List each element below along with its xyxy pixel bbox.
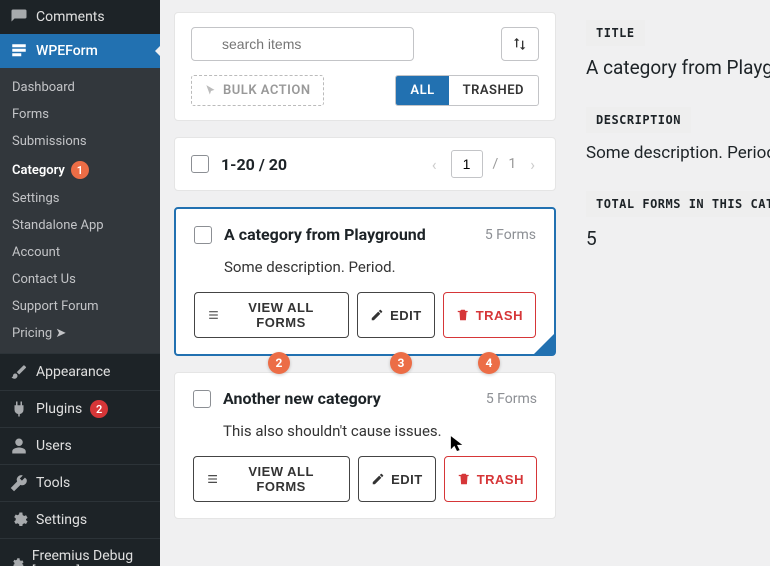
- sidebar-item-freemius[interactable]: Freemius Debug [v.2.4.2]: [0, 538, 160, 566]
- meta-forms-value: 5: [586, 227, 754, 250]
- page-total: 1: [508, 156, 516, 172]
- subnav-forms[interactable]: Forms: [0, 101, 160, 128]
- sidebar-item-plugins[interactable]: Plugins 2: [0, 390, 160, 427]
- subnav-submissions[interactable]: Submissions: [0, 128, 160, 155]
- category-card[interactable]: Another new category 5 Forms This also s…: [174, 372, 556, 519]
- form-icon: [10, 42, 28, 60]
- subnav-support[interactable]: Support Forum: [0, 293, 160, 320]
- sidebar-item-wpeform[interactable]: WPEForm: [0, 34, 160, 68]
- page-input[interactable]: [451, 150, 483, 178]
- subnav-settings[interactable]: Settings: [0, 185, 160, 212]
- edit-button[interactable]: EDIT: [357, 292, 435, 338]
- search-input[interactable]: [191, 27, 414, 61]
- gear-icon: [10, 511, 28, 529]
- subnav-dashboard[interactable]: Dashboard: [0, 74, 160, 101]
- trash-button[interactable]: TRASH: [444, 456, 537, 502]
- details-panel: TITLE A category from Playground DESCRIP…: [570, 0, 770, 566]
- sort-icon: [512, 36, 528, 52]
- plugin-subnav: Dashboard Forms Submissions Category1 Se…: [0, 68, 160, 353]
- meta-desc-value: Some description. Period.: [586, 143, 754, 163]
- meta-desc-label: DESCRIPTION: [586, 107, 691, 133]
- subnav-contact[interactable]: Contact Us: [0, 266, 160, 293]
- row-checkbox[interactable]: [193, 390, 211, 408]
- brush-icon: [10, 363, 28, 381]
- subnav-standalone[interactable]: Standalone App: [0, 212, 160, 239]
- category-title: Another new category: [223, 389, 474, 408]
- gear-icon: [10, 555, 24, 566]
- range-label: 1-20 / 20: [221, 155, 287, 174]
- meta-forms-label: TOTAL FORMS IN THIS CATEGORY: [586, 191, 770, 217]
- subnav-category[interactable]: Category1: [0, 155, 160, 185]
- pencil-icon: [370, 308, 384, 322]
- wrench-icon: [10, 474, 28, 492]
- plugin-update-badge: 2: [90, 400, 108, 418]
- filter-segment: ALL TRASHED: [395, 75, 539, 106]
- marker-1: 1: [71, 161, 89, 179]
- meta-title-value: A category from Playground: [586, 56, 754, 79]
- plug-icon: [10, 400, 28, 418]
- list-icon: [206, 472, 219, 486]
- view-forms-button[interactable]: VIEW ALL FORMS: [194, 292, 349, 338]
- plugin-label: WPEForm: [36, 43, 98, 59]
- filter-card: BULK ACTION ALL TRASHED: [174, 12, 556, 121]
- category-title: A category from Playground: [224, 225, 473, 244]
- cursor-icon: [450, 435, 464, 453]
- bulk-action-button[interactable]: BULK ACTION: [191, 75, 324, 106]
- pencil-icon: [371, 472, 385, 486]
- comment-icon: [10, 8, 28, 26]
- category-card[interactable]: A category from Playground 5 Forms Some …: [174, 207, 556, 356]
- main-content: BULK ACTION ALL TRASHED 1-20 / 20 ‹ / 1 …: [160, 0, 570, 566]
- meta-title-label: TITLE: [586, 20, 645, 46]
- category-desc: Some description. Period.: [224, 258, 536, 276]
- sort-button[interactable]: [501, 27, 539, 61]
- sidebar-item-comments[interactable]: Comments: [0, 0, 160, 34]
- subnav-account[interactable]: Account: [0, 239, 160, 266]
- row-checkbox[interactable]: [194, 226, 212, 244]
- trash-icon: [456, 308, 470, 322]
- next-page[interactable]: ›: [526, 155, 539, 174]
- select-all-checkbox[interactable]: [191, 155, 209, 173]
- pointer-icon: [204, 84, 218, 98]
- list-icon: [207, 308, 220, 322]
- sidebar-item-appearance[interactable]: Appearance: [0, 353, 160, 390]
- view-forms-button[interactable]: VIEW ALL FORMS: [193, 456, 350, 502]
- category-desc: This also shouldn't cause issues.: [223, 422, 537, 440]
- edit-button[interactable]: EDIT: [358, 456, 436, 502]
- sidebar-label: Comments: [36, 9, 105, 25]
- prev-page[interactable]: ‹: [428, 155, 441, 174]
- category-count: 5 Forms: [486, 391, 537, 407]
- filter-all[interactable]: ALL: [396, 76, 448, 105]
- subnav-pricing[interactable]: Pricing ➤: [0, 320, 160, 347]
- marker-2: 2: [268, 352, 290, 374]
- search-wrap: [191, 27, 493, 61]
- pager-card: 1-20 / 20 ‹ / 1 ›: [174, 137, 556, 191]
- marker-4: 4: [478, 352, 500, 374]
- category-count: 5 Forms: [485, 227, 536, 243]
- trash-button[interactable]: TRASH: [443, 292, 536, 338]
- marker-3: 3: [390, 352, 412, 374]
- sidebar-item-users[interactable]: Users: [0, 427, 160, 464]
- trash-icon: [457, 472, 471, 486]
- sidebar-item-tools[interactable]: Tools: [0, 464, 160, 501]
- admin-sidebar: Comments WPEForm Dashboard Forms Submiss…: [0, 0, 160, 566]
- filter-trashed[interactable]: TRASHED: [449, 76, 538, 105]
- sidebar-item-settings[interactable]: Settings: [0, 501, 160, 538]
- user-icon: [10, 437, 28, 455]
